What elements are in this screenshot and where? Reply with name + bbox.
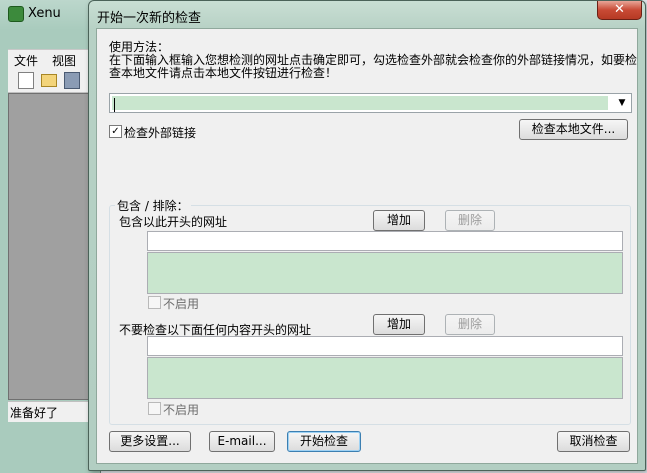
xenu-title: Xenu [28, 6, 61, 21]
include-url-input[interactable] [147, 231, 623, 251]
exclude-disable-checkbox[interactable] [148, 402, 161, 415]
dialog-client: 使用方法： 在下面输入框输入您想检测的网址点击确定即可，勾选检查外部就会检查你的… [96, 28, 638, 464]
more-settings-button[interactable]: 更多设置... [109, 431, 191, 452]
xenu-app-icon [8, 6, 24, 22]
include-disable-label: 不启用 [163, 297, 200, 311]
xenu-titlebar: Xenu [0, 0, 100, 44]
url-combobox[interactable]: ▼ [109, 93, 632, 113]
save-icon[interactable] [64, 72, 80, 89]
include-add-button[interactable]: 增加 [373, 210, 425, 231]
xenu-toolbar [8, 68, 100, 93]
menu-view[interactable]: 视图 [52, 52, 76, 69]
check-local-file-button[interactable]: 检查本地文件... [519, 119, 628, 140]
check-external-label: 检查外部链接 [124, 126, 197, 140]
close-icon: ✕ [614, 2, 625, 17]
status-text: 准备好了 [10, 406, 59, 420]
start-check-button[interactable]: 开始检查 [287, 431, 361, 452]
include-disable-checkbox[interactable] [148, 296, 161, 309]
exclude-delete-button[interactable]: 删除 [445, 314, 495, 335]
text-caret [114, 98, 115, 112]
xenu-main-window: Xenu 文件 视图 准备好了 [0, 0, 102, 473]
instructions-line-2: 查本地文件请点击本地文件按钮进行检查！ [109, 66, 338, 80]
dropdown-arrow-icon[interactable]: ▼ [614, 95, 630, 111]
xenu-menubar: 文件 视图 [8, 49, 100, 68]
url-input[interactable] [112, 96, 608, 112]
menu-file[interactable]: 文件 [14, 52, 38, 69]
check-external-checkbox[interactable]: ✓ [109, 125, 122, 138]
open-folder-icon[interactable] [41, 74, 57, 87]
exclude-add-button[interactable]: 增加 [373, 314, 425, 335]
close-button[interactable]: ✕ [597, 1, 642, 20]
include-url-list[interactable] [147, 252, 623, 294]
dialog-title: 开始一次新的检查 [97, 11, 202, 26]
include-label: 包含以此开头的网址 [119, 215, 228, 229]
cancel-check-button[interactable]: 取消检查 [557, 431, 630, 452]
exclude-url-list[interactable] [147, 357, 623, 399]
include-exclude-label: 包含 / 排除： [115, 197, 191, 214]
include-delete-button[interactable]: 删除 [445, 210, 495, 231]
instructions: 使用方法： 在下面输入框输入您想检测的网址点击确定即可，勾选检查外部就会检查你的… [109, 41, 637, 80]
new-check-dialog: 开始一次新的检查 ✕ 使用方法： 在下面输入框输入您想检测的网址点击确定即可，勾… [88, 0, 646, 471]
xenu-status-bar: 准备好了 [8, 401, 100, 422]
exclude-disable-label: 不启用 [163, 403, 200, 417]
new-file-icon[interactable] [18, 72, 34, 89]
exclude-url-input[interactable] [147, 336, 623, 356]
email-button[interactable]: E-mail... [209, 431, 275, 452]
